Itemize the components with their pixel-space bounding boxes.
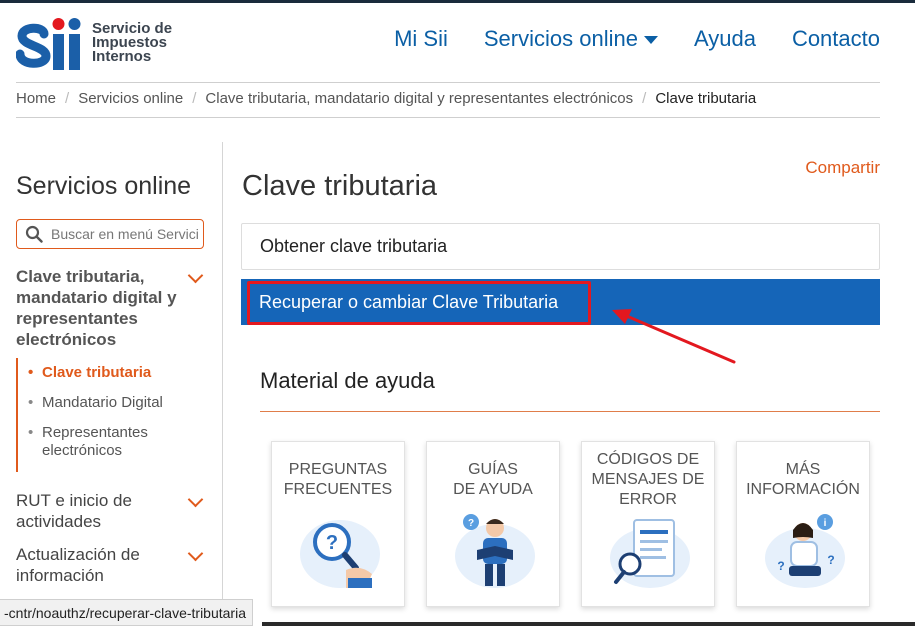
accordion-label: Obtener clave tributaria: [260, 236, 448, 256]
logo-text: Servicio de Impuestos Internos: [92, 21, 172, 65]
status-bar-url: -cntr/noauthz/recuperar-clave-tributaria: [0, 599, 253, 626]
bottom-edge: [262, 622, 915, 626]
card-label-line: DE AYUDA: [453, 481, 533, 498]
status-url-text: -cntr/noauthz/recuperar-clave-tributaria: [4, 604, 246, 621]
card-label: PREGUNTAS FRECUENTES: [272, 460, 404, 500]
share-link[interactable]: Compartir: [805, 158, 880, 178]
card-label-line: CÓDIGOS DE: [596, 451, 700, 468]
breadcrumb-divider: [16, 117, 880, 118]
nav-label: Mi Sii: [394, 26, 448, 51]
page-title: Clave tributaria: [242, 170, 438, 202]
card-label-line: FRECUENTES: [283, 481, 393, 498]
card-label-line: MÁS: [785, 461, 821, 478]
sidebar-subitem-clave-tributaria[interactable]: Clave tributaria: [28, 364, 198, 382]
sidebar: Servicios online Clave tributaria, manda…: [16, 142, 222, 602]
sidebar-search-input[interactable]: [51, 226, 199, 242]
header-divider: [16, 82, 880, 83]
nav-mi-sii[interactable]: Mi Sii: [394, 26, 448, 52]
sidebar-subitem-representantes[interactable]: Representantes electrónicos: [28, 424, 198, 460]
breadcrumb-separator: /: [642, 90, 647, 107]
sii-logo[interactable]: Servicio de Impuestos Internos: [16, 14, 176, 72]
svg-text:?: ?: [468, 518, 474, 529]
sidebar-category-label: RUT e inicio de actividades: [16, 491, 132, 531]
help-section-title: Material de ayuda: [260, 368, 435, 393]
accordion-recuperar-clave[interactable]: Recuperar o cambiar Clave Tributaria: [241, 279, 880, 325]
card-label-line: MENSAJES DE: [591, 471, 705, 488]
sidebar-title: Servicios online: [16, 172, 192, 200]
annotation-arrow: [612, 309, 736, 364]
nav-label: Ayuda: [693, 26, 756, 51]
top-border: [0, 0, 915, 3]
card-codigos-de-error[interactable]: CÓDIGOS DE MENSAJES DE ERROR: [581, 441, 715, 607]
guide-reader-icon: ?: [455, 514, 535, 588]
breadcrumb-clave-mandatario[interactable]: Clave tributaria, mandatario digital y r…: [205, 90, 633, 107]
sidebar-category-label: Clave tributaria, mandatario digital y r…: [16, 267, 177, 349]
card-guias-de-ayuda[interactable]: GUÍAS DE AYUDA ?: [426, 441, 560, 607]
card-label-line: GUÍAS: [468, 461, 518, 478]
card-label: GUÍAS DE AYUDA: [427, 460, 559, 500]
sidebar-category-rut[interactable]: RUT e inicio de actividades: [16, 490, 166, 532]
breadcrumb-home[interactable]: Home: [16, 90, 56, 107]
sidebar-category-actualizacion[interactable]: Actualización de información: [16, 544, 166, 586]
breadcrumb-separator: /: [192, 90, 197, 107]
info-person-icon: i ? ?: [765, 514, 845, 588]
sidebar-subitem-mandatario-digital[interactable]: Mandatario Digital: [28, 394, 198, 412]
svg-text:?: ?: [326, 532, 338, 554]
subnav-indicator: [16, 358, 18, 472]
nav-label: Contacto: [791, 26, 880, 51]
logo-text-line: Internos: [92, 48, 152, 65]
caret-down-icon: [643, 36, 658, 44]
search-icon: [25, 225, 43, 243]
accordion-obtener-clave[interactable]: Obtener clave tributaria: [241, 223, 880, 270]
nav-label: Servicios online: [483, 26, 638, 51]
chevron-down-icon[interactable]: [187, 491, 204, 508]
breadcrumb-separator: /: [65, 90, 70, 107]
card-label-line: INFORMACIÓN: [746, 481, 860, 498]
error-document-icon: [610, 519, 690, 588]
sidebar-divider: [222, 142, 223, 612]
svg-text:i: i: [824, 518, 827, 529]
svg-text:?: ?: [777, 559, 784, 573]
card-label: CÓDIGOS DE MENSAJES DE ERROR: [582, 450, 714, 510]
card-label-line: ERROR: [619, 491, 677, 508]
nav-servicios-online[interactable]: Servicios online: [484, 26, 658, 52]
faq-magnifier-icon: ?: [300, 520, 380, 588]
sidebar-category-clave[interactable]: Clave tributaria, mandatario digital y r…: [16, 266, 196, 350]
accordion-label: Recuperar o cambiar Clave Tributaria: [259, 291, 559, 312]
breadcrumb: Home / Servicios online / Clave tributar…: [16, 90, 756, 107]
nav-contacto[interactable]: Contacto: [792, 26, 880, 52]
card-label-line: PREGUNTAS: [288, 461, 388, 478]
help-section-divider: [260, 411, 880, 412]
breadcrumb-current: Clave tributaria: [655, 90, 757, 107]
main-nav: Mi Sii Servicios online Ayuda Contacto: [358, 26, 880, 52]
svg-text:?: ?: [827, 553, 834, 567]
sii-logo-mark: [16, 18, 81, 70]
sidebar-category-label: Actualización de información: [16, 545, 140, 585]
breadcrumb-servicios-online[interactable]: Servicios online: [78, 90, 183, 107]
sidebar-search[interactable]: [16, 219, 204, 249]
card-preguntas-frecuentes[interactable]: PREGUNTAS FRECUENTES ?: [271, 441, 405, 607]
card-label: MÁS INFORMACIÓN: [737, 460, 869, 500]
card-mas-informacion[interactable]: MÁS INFORMACIÓN i ? ?: [736, 441, 870, 607]
chevron-down-icon[interactable]: [187, 545, 204, 562]
nav-ayuda[interactable]: Ayuda: [694, 26, 756, 52]
